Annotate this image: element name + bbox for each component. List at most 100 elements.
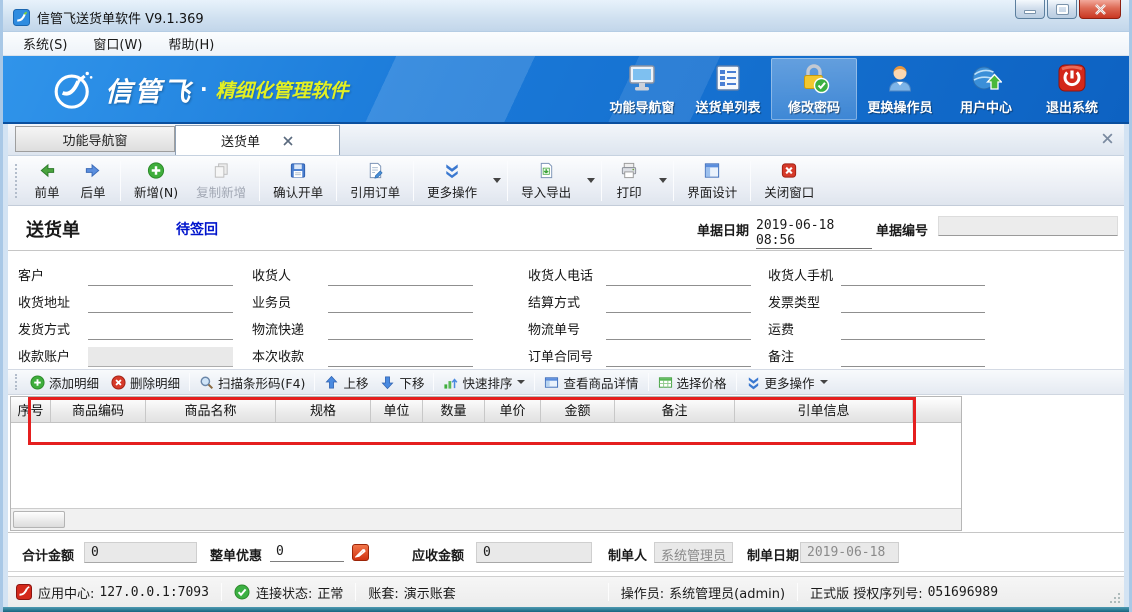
doc-date-label: 单据日期 xyxy=(697,220,749,239)
salesman-field[interactable] xyxy=(328,293,473,313)
delete-detail-button[interactable]: 删除明细 xyxy=(105,371,186,393)
menu-window[interactable]: 窗口(W) xyxy=(83,32,152,55)
freight-field[interactable] xyxy=(841,320,985,340)
settlement-field[interactable] xyxy=(606,293,751,313)
menu-help[interactable]: 帮助(H) xyxy=(158,32,224,55)
maker-label: 制单人 xyxy=(608,545,647,564)
brand-banner: 信管飞 · 精细化管理软件 功能导航窗 xyxy=(3,56,1129,124)
column-header[interactable]: 单位 xyxy=(371,397,423,422)
app-window: 信管飞送货单软件 V9.1.369 系统(S) 窗口(W) 帮助(H) xyxy=(0,0,1132,612)
price-table-icon xyxy=(658,375,673,390)
logistics-field[interactable] xyxy=(328,320,473,340)
doc-date-field[interactable]: 2019-06-18 08:56 xyxy=(756,218,872,249)
move-up-button[interactable]: 上移 xyxy=(318,371,374,393)
discount-edit-icon xyxy=(355,547,366,558)
window-bottom-frame xyxy=(3,607,1129,612)
banner-button-exit[interactable]: 退出系统 xyxy=(1029,58,1115,120)
brand-separator: · xyxy=(200,77,208,101)
new-button[interactable]: 新增(N) xyxy=(125,158,187,204)
field-label: 收货人手机 xyxy=(768,265,841,286)
view-product-detail-button[interactable]: 查看商品详情 xyxy=(538,371,644,393)
contract-no-field[interactable] xyxy=(606,347,751,367)
horizontal-scrollbar[interactable] xyxy=(11,508,961,530)
address-field[interactable] xyxy=(88,293,233,313)
status-bar: 应用中心: 127.0.0.1:7093 连接状态: 正常 账套: 演示账套 操… xyxy=(8,576,1124,607)
confirm-button[interactable]: 确认开单 xyxy=(264,158,332,204)
select-price-button[interactable]: 选择价格 xyxy=(652,371,733,393)
toolbar-separator xyxy=(413,161,414,201)
tab-nav-window[interactable]: 功能导航窗 xyxy=(15,126,175,152)
column-header[interactable]: 商品编码 xyxy=(51,397,146,422)
tab-close-icon[interactable] xyxy=(282,135,294,147)
app-logo-icon xyxy=(13,9,30,26)
globe-icon xyxy=(970,62,1002,94)
scan-barcode-button[interactable]: 扫描条形码(F4) xyxy=(193,371,311,393)
column-header[interactable]: 商品名称 xyxy=(146,397,276,422)
more-actions-dropdown-icon[interactable] xyxy=(493,178,501,183)
column-header[interactable]: 数量 xyxy=(423,397,485,422)
statusbar-separator xyxy=(797,583,798,601)
tracking-no-field[interactable] xyxy=(606,320,751,340)
invoice-type-field[interactable] xyxy=(841,293,985,313)
receiver-field[interactable] xyxy=(328,266,473,286)
chevrons-down-icon xyxy=(746,375,761,390)
column-header[interactable]: 备注 xyxy=(615,397,735,422)
import-export-dropdown-icon[interactable] xyxy=(587,178,595,183)
resize-grip[interactable] xyxy=(1109,592,1121,604)
detail-more-actions-button[interactable]: 更多操作 xyxy=(740,371,834,393)
discount-field[interactable]: 0 xyxy=(270,542,344,562)
import-export-button[interactable]: 导入导出 xyxy=(512,158,580,204)
banner-button-delivery-list[interactable]: 送货单列表 xyxy=(685,58,771,120)
close-button[interactable] xyxy=(1079,0,1121,19)
more-actions-button[interactable]: 更多操作 xyxy=(418,158,486,204)
lock-check-icon xyxy=(798,62,830,94)
quick-sort-button[interactable]: 快速排序 xyxy=(437,371,531,393)
ref-order-button[interactable]: 引用订单 xyxy=(341,158,409,204)
prev-doc-button[interactable]: 前单 xyxy=(24,158,70,204)
next-doc-button[interactable]: 后单 xyxy=(70,158,116,204)
print-dropdown-icon[interactable] xyxy=(659,178,667,183)
add-detail-button[interactable]: 添加明细 xyxy=(24,371,105,393)
column-header[interactable]: 规格 xyxy=(276,397,371,422)
delete-circle-icon xyxy=(111,375,126,390)
banner-button-user-center[interactable]: 用户中心 xyxy=(943,58,1029,120)
close-icon xyxy=(1094,4,1107,15)
tab-delivery-order[interactable]: 送货单 xyxy=(175,125,340,155)
ship-method-field[interactable] xyxy=(88,320,233,340)
minimize-button[interactable] xyxy=(1015,0,1045,19)
close-window-button[interactable]: 关闭窗口 xyxy=(755,158,823,204)
print-button[interactable]: 打印 xyxy=(606,158,652,204)
maximize-button[interactable] xyxy=(1047,0,1077,19)
banner-button-change-operator[interactable]: 更换操作员 xyxy=(857,58,943,120)
quick-sort-dropdown-icon[interactable] xyxy=(517,380,525,384)
detail-more-dropdown-icon[interactable] xyxy=(820,380,828,384)
field-label: 收货人 xyxy=(252,265,328,286)
tab-bar: 功能导航窗 送货单 xyxy=(8,124,1124,156)
customer-field[interactable] xyxy=(88,266,233,286)
detail-toolbar-grip[interactable] xyxy=(15,374,18,390)
banner-button-change-password[interactable]: 修改密码 xyxy=(771,58,857,120)
ui-design-button[interactable]: 界面设计 xyxy=(678,158,746,204)
field-label: 备注 xyxy=(768,346,841,367)
move-down-button[interactable]: 下移 xyxy=(374,371,430,393)
arrow-down-icon xyxy=(380,375,395,390)
page-title: 送货单 xyxy=(26,216,80,242)
column-header[interactable]: 单价 xyxy=(485,397,541,422)
column-header[interactable]: 金额 xyxy=(541,397,615,422)
brand-name: 信管飞 xyxy=(105,70,192,109)
app-logo-icon xyxy=(16,584,32,600)
receiver-phone-field[interactable] xyxy=(606,266,751,286)
discount-edit-button[interactable] xyxy=(352,544,369,561)
horizontal-scrollbar-thumb[interactable] xyxy=(13,511,65,528)
add-circle-icon xyxy=(146,161,166,180)
banner-button-nav-window[interactable]: 功能导航窗 xyxy=(599,58,685,120)
menu-system[interactable]: 系统(S) xyxy=(13,32,77,55)
receiver-mobile-field[interactable] xyxy=(841,266,985,286)
items-grid[interactable]: 序号 商品编码 商品名称 规格 单位 数量 单价 金额 备注 引单信息 xyxy=(10,396,962,531)
toolbar-grip[interactable] xyxy=(15,164,19,198)
tabbar-close-icon[interactable] xyxy=(1101,132,1114,145)
column-header[interactable]: 引单信息 xyxy=(735,397,913,422)
remark-field[interactable] xyxy=(841,347,985,367)
column-header[interactable]: 序号 xyxy=(11,397,51,422)
payment-field[interactable] xyxy=(328,347,473,367)
